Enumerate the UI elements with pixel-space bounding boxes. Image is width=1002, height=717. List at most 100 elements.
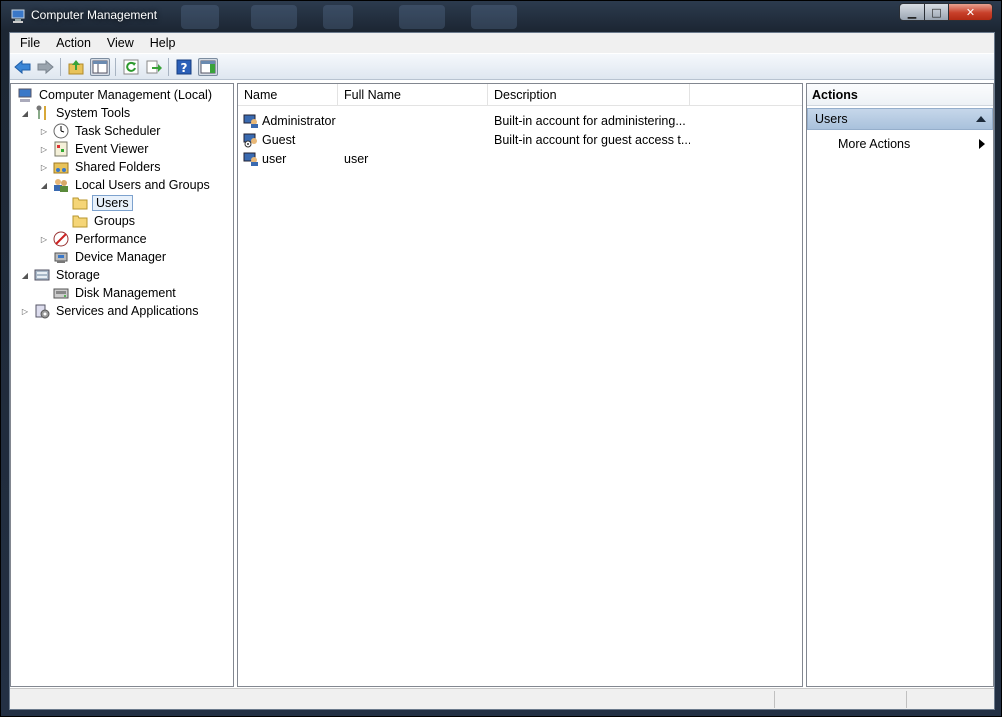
list-item[interactable]: user user: [238, 149, 802, 168]
user-full-name: [344, 130, 484, 149]
column-header-name[interactable]: Name: [238, 84, 338, 106]
tree-label: Event Viewer: [75, 142, 149, 156]
menu-view[interactable]: View: [99, 36, 142, 50]
user-account-icon: [243, 152, 258, 166]
tree-item-shared-folders[interactable]: ▷ Shared Folders: [39, 158, 162, 176]
more-actions-label: More Actions: [838, 137, 911, 151]
tree-item-groups[interactable]: Groups: [68, 212, 137, 230]
back-button[interactable]: [13, 58, 33, 76]
forward-button[interactable]: [35, 58, 55, 76]
menu-file[interactable]: File: [10, 36, 48, 50]
window-title: Computer Management: [31, 8, 158, 22]
export-list-button[interactable]: [144, 58, 164, 76]
users-group-icon: [54, 179, 68, 192]
computer-management-window: Computer Management ▁ □ ✕ File Action Vi…: [0, 0, 1002, 717]
show-hide-action-pane-button[interactable]: [198, 58, 218, 76]
results-list[interactable]: Name Full Name Description Administrator…: [237, 83, 803, 687]
back-arrow-icon: [14, 59, 31, 75]
minimize-button[interactable]: ▁: [899, 3, 925, 21]
tree-item-computer-management[interactable]: Computer Management (Local): [13, 86, 214, 104]
forward-arrow-icon: [37, 59, 54, 75]
tree-item-system-tools[interactable]: ◢ System Tools: [20, 104, 132, 122]
device-manager-icon: [54, 252, 68, 263]
collapsed-triangle-icon[interactable]: ▷: [39, 122, 49, 140]
show-hide-console-tree-icon: [92, 60, 108, 74]
folder-icon: [72, 197, 88, 210]
status-bar: [10, 688, 994, 709]
user-name: Administrator: [262, 113, 336, 128]
help-icon: ?: [176, 59, 192, 75]
expanded-triangle-icon[interactable]: ◢: [20, 104, 30, 122]
event-viewer-icon: [54, 141, 68, 157]
toolbar-separator: [60, 58, 61, 76]
collapse-up-icon[interactable]: [976, 116, 986, 122]
background-glass: [399, 5, 445, 29]
collapsed-triangle-icon[interactable]: ▷: [39, 140, 49, 158]
tree-item-performance[interactable]: ▷ Performance: [39, 230, 149, 248]
tree-label: Device Manager: [75, 250, 167, 264]
background-glass: [471, 5, 517, 29]
client-area: File Action View Help ? Computer Managem…: [9, 32, 995, 710]
column-header-description[interactable]: Description: [488, 84, 690, 106]
user-name: Guest: [262, 132, 296, 147]
user-name: user: [262, 151, 287, 166]
tree-label: Performance: [75, 232, 147, 246]
user-description: Built-in account for administering...: [494, 113, 686, 128]
show-hide-console-tree-button[interactable]: [90, 58, 110, 76]
window-controls: ▁ □ ✕: [899, 3, 993, 23]
refresh-icon: [123, 59, 139, 75]
up-folder-icon: [68, 60, 84, 75]
background-glass: [181, 5, 219, 29]
actions-section-users[interactable]: Users: [807, 108, 993, 130]
list-item[interactable]: Guest Built-in account for guest access …: [238, 130, 802, 149]
tree-item-device-manager[interactable]: Device Manager: [49, 248, 168, 266]
collapsed-triangle-icon[interactable]: ▷: [20, 302, 30, 320]
tree-label: Task Scheduler: [75, 124, 161, 138]
user-description: [494, 149, 690, 168]
tree-label: Shared Folders: [75, 160, 161, 174]
tree-item-storage[interactable]: ◢ Storage: [20, 266, 102, 284]
tree-item-disk-management[interactable]: Disk Management: [49, 284, 178, 302]
menu-help[interactable]: Help: [142, 36, 184, 50]
refresh-button[interactable]: [121, 58, 141, 76]
title-bar[interactable]: Computer Management ▁ □ ✕: [1, 1, 1001, 31]
status-separator: [774, 691, 775, 708]
maximize-button[interactable]: □: [925, 3, 949, 21]
toolbar: ?: [10, 54, 994, 80]
help-button[interactable]: ?: [174, 58, 194, 76]
expanded-triangle-icon[interactable]: ◢: [20, 266, 30, 284]
tree-label: Services and Applications: [56, 304, 199, 318]
menu-action[interactable]: Action: [48, 36, 99, 50]
user-account-icon: [243, 114, 258, 128]
submenu-arrow-icon: [979, 139, 985, 149]
actions-title: Actions: [807, 84, 993, 106]
tree-item-services-and-applications[interactable]: ▷ Services and Applications: [20, 302, 200, 320]
more-actions-item[interactable]: More Actions: [807, 134, 993, 154]
collapsed-triangle-icon[interactable]: ▷: [39, 158, 49, 176]
user-full-name: [344, 111, 484, 130]
computer-management-icon: [11, 9, 25, 23]
tree-label: Users: [92, 195, 133, 211]
tree-item-task-scheduler[interactable]: ▷ Task Scheduler: [39, 122, 162, 140]
performance-icon: [53, 231, 69, 247]
tree-item-local-users-and-groups[interactable]: ◢ Local Users and Groups: [39, 176, 212, 194]
menu-bar: File Action View Help: [10, 33, 994, 53]
up-level-button[interactable]: [66, 58, 86, 76]
console-tree[interactable]: Computer Management (Local) ◢ System Too…: [10, 83, 234, 687]
background-glass: [323, 5, 353, 29]
collapsed-triangle-icon[interactable]: ▷: [39, 230, 49, 248]
folder-icon: [72, 215, 88, 228]
status-separator: [906, 691, 907, 708]
show-hide-action-pane-icon: [200, 60, 216, 74]
tools-icon: [36, 105, 46, 120]
tree-item-users[interactable]: Users: [68, 194, 133, 212]
list-item[interactable]: Administrator Built-in account for admin…: [238, 111, 802, 130]
close-button[interactable]: ✕: [949, 3, 993, 21]
tree-item-event-viewer[interactable]: ▷ Event Viewer: [39, 140, 150, 158]
column-header-full-name[interactable]: Full Name: [338, 84, 488, 106]
user-account-disabled-icon: [243, 133, 257, 147]
tree-label: Local Users and Groups: [75, 178, 210, 192]
svg-text:?: ?: [181, 61, 188, 75]
toolbar-separator: [168, 58, 169, 76]
expanded-triangle-icon[interactable]: ◢: [39, 176, 49, 194]
